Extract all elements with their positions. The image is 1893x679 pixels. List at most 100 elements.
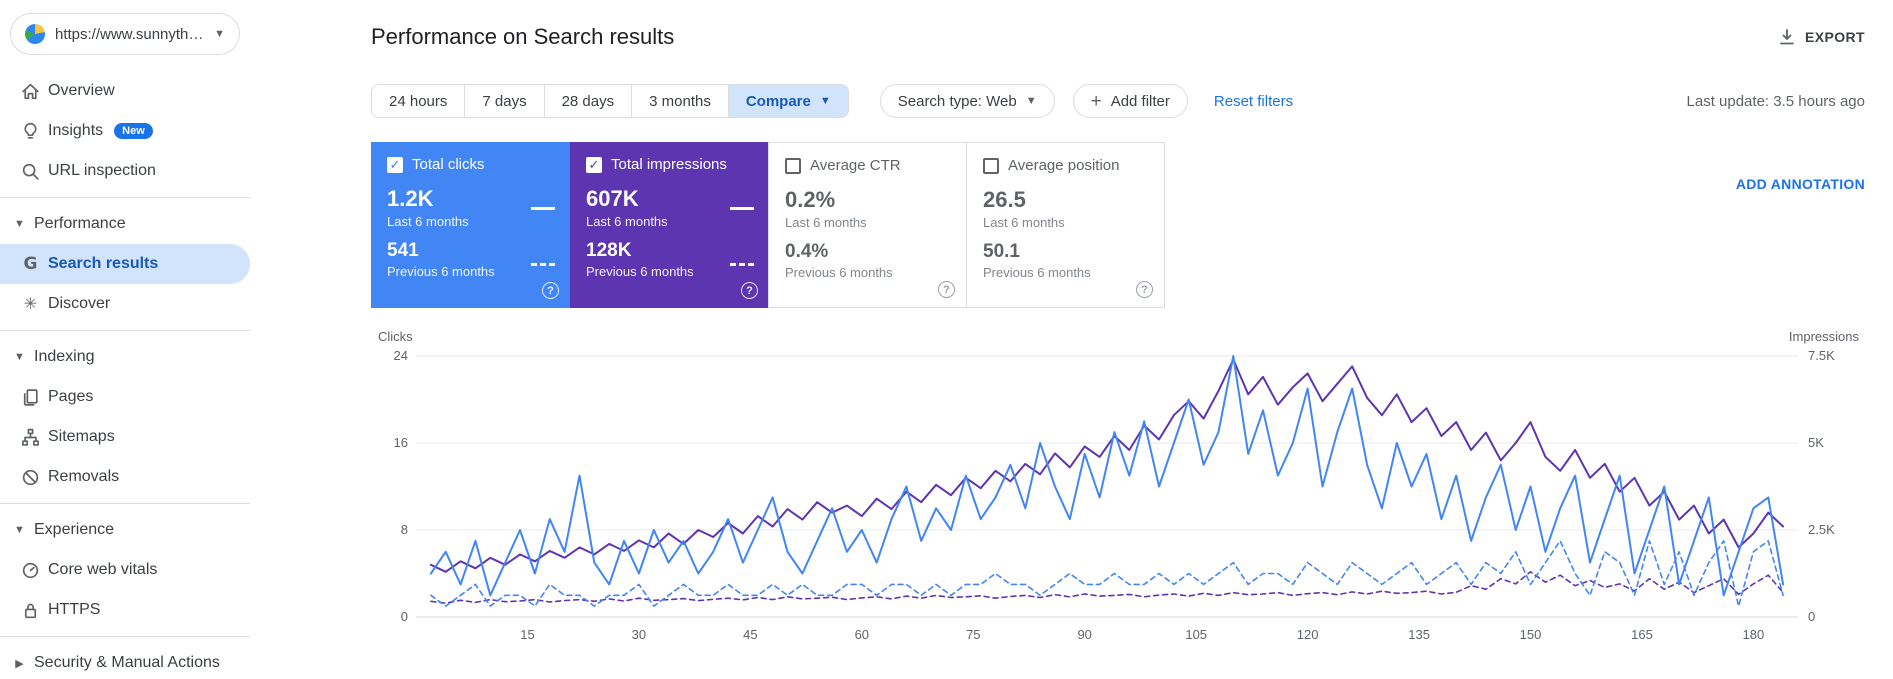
search-type-chip[interactable]: Search type: Web ▼	[879, 84, 1055, 118]
sidebar-item-insights[interactable]: Insights New	[0, 111, 250, 151]
chart-area: 0 8 16 24 0 2.5K 5K 7.5K Clicks Impressions 15 30 45…	[371, 330, 1865, 648]
metric-value-primary: 0.2%	[785, 187, 836, 212]
sidebar-item-sitemaps[interactable]: Sitemaps	[0, 417, 250, 457]
add-filter-chip[interactable]: + Add filter	[1072, 84, 1188, 118]
metric-value-secondary: 50.1	[983, 241, 1020, 262]
checkbox-average-ctr[interactable]	[785, 157, 801, 174]
reset-filters-link[interactable]: Reset filters	[1214, 93, 1293, 110]
sidebar-item-pages[interactable]: Pages	[0, 377, 250, 417]
sidebar-item-label: Core web vitals	[48, 561, 158, 578]
add-filter-label: Add filter	[1110, 92, 1170, 110]
home-icon	[20, 81, 41, 102]
svg-text:Impressions: Impressions	[1789, 330, 1860, 344]
chevron-right-icon: ▶	[15, 657, 24, 670]
section-label: Experience	[34, 521, 115, 538]
card-total-clicks[interactable]: ✓ Total clicks 1.2K Last 6 months 541 Pr…	[371, 142, 570, 308]
search-type-label: Search type: Web	[897, 92, 1017, 110]
sidebar-item-removals[interactable]: Removals	[0, 457, 250, 497]
plus-icon: +	[1090, 90, 1102, 112]
new-badge: New	[114, 123, 153, 139]
chip-3-months[interactable]: 3 months	[631, 85, 728, 117]
section-security-manual-actions[interactable]: ▶ Security & Manual Actions	[0, 643, 250, 679]
chip-7-days[interactable]: 7 days	[464, 85, 544, 117]
card-label: Total impressions	[611, 156, 727, 173]
checkbox-average-position[interactable]	[983, 157, 999, 174]
chevron-down-icon: ▼	[14, 218, 25, 230]
svg-text:60: 60	[855, 627, 869, 642]
svg-text:0: 0	[1808, 609, 1815, 624]
sidebar-item-https[interactable]: HTTPS	[0, 590, 250, 630]
lock-icon	[20, 600, 41, 621]
sidebar-item-label: URL inspection	[48, 162, 156, 179]
add-annotation-link[interactable]: ADD ANNOTATION	[1736, 176, 1865, 192]
help-icon[interactable]: ?	[1136, 281, 1153, 298]
sidebar-item-label: Search results	[48, 255, 159, 272]
metric-value-primary: 1.2K	[387, 186, 434, 211]
chevron-down-icon: ▼	[14, 524, 25, 536]
chip-compare[interactable]: Compare ▼	[727, 85, 848, 117]
main-header: Performance on Search results EXPORT	[250, 0, 1893, 50]
svg-text:75: 75	[966, 627, 980, 642]
main-content: Performance on Search results EXPORT 24 …	[250, 0, 1893, 679]
block-icon	[20, 467, 41, 488]
svg-text:30: 30	[632, 627, 646, 642]
metric-value-primary: 26.5	[983, 187, 1026, 212]
section-experience[interactable]: ▼ Experience	[0, 510, 250, 550]
card-average-position[interactable]: Average position 26.5 Last 6 months 50.1…	[966, 142, 1165, 308]
card-label: Average position	[1008, 157, 1120, 174]
svg-text:150: 150	[1520, 627, 1542, 642]
google-g-icon: G	[23, 254, 38, 274]
property-url: https://www.sunnythep...	[55, 25, 205, 43]
page-title: Performance on Search results	[371, 24, 675, 49]
help-icon[interactable]: ?	[741, 282, 758, 299]
svg-text:2.5K: 2.5K	[1808, 522, 1835, 537]
metric-caption: Previous 6 months	[983, 265, 1091, 280]
section-label: Security & Manual Actions	[34, 654, 220, 671]
performance-chart[interactable]: 0 8 16 24 0 2.5K 5K 7.5K Clicks Impressions 15 30 45…	[371, 330, 1865, 648]
svg-text:0: 0	[401, 609, 408, 624]
svg-text:8: 8	[401, 522, 408, 537]
chip-24-hours[interactable]: 24 hours	[372, 85, 465, 117]
sidebar-item-url-inspection[interactable]: URL inspection	[0, 151, 250, 191]
solid-line-indicator	[730, 207, 754, 210]
sidebar-item-label: Removals	[48, 468, 120, 485]
sitemap-tree-icon	[20, 427, 41, 448]
filter-bar: 24 hours 7 days 28 days 3 months Compare…	[371, 84, 1865, 118]
sidebar-nav: Overview Insights New URL inspection ▼ P…	[0, 71, 250, 679]
sidebar-item-discover[interactable]: ✳ Discover	[0, 284, 250, 324]
svg-text:45: 45	[743, 627, 757, 642]
metric-cards-row: ✓ Total clicks 1.2K Last 6 months 541 Pr…	[371, 142, 1865, 308]
last-update-text: Last update: 3.5 hours ago	[1686, 92, 1865, 110]
sidebar-item-search-results[interactable]: G Search results	[0, 244, 250, 284]
dashed-line-indicator	[531, 263, 555, 266]
sidebar-item-overview[interactable]: Overview	[0, 71, 250, 111]
sidebar-item-label: Pages	[48, 388, 94, 405]
card-total-impressions[interactable]: ✓ Total impressions 607K Last 6 months 1…	[570, 142, 769, 308]
chevron-down-icon: ▼	[214, 28, 225, 40]
compare-label: Compare	[745, 92, 811, 110]
metric-caption: Previous 6 months	[387, 264, 495, 279]
sidebar-item-core-web-vitals[interactable]: Core web vitals	[0, 550, 250, 590]
svg-text:135: 135	[1408, 627, 1430, 642]
section-performance[interactable]: ▼ Performance	[0, 204, 250, 244]
site-favicon-icon	[25, 24, 45, 44]
solid-line-indicator	[531, 207, 555, 210]
help-icon[interactable]: ?	[938, 281, 955, 298]
property-selector[interactable]: https://www.sunnythep... ▼	[10, 13, 240, 55]
sidebar-item-label: Sitemaps	[48, 428, 115, 445]
checkbox-total-clicks[interactable]: ✓	[387, 156, 403, 173]
svg-text:7.5K: 7.5K	[1808, 348, 1835, 363]
chip-28-days[interactable]: 28 days	[543, 85, 632, 117]
export-button[interactable]: EXPORT	[1777, 24, 1865, 47]
sidebar-item-label: Overview	[48, 82, 115, 99]
sidebar-item-label: HTTPS	[48, 601, 101, 618]
section-label: Performance	[34, 215, 126, 232]
help-icon[interactable]: ?	[542, 282, 559, 299]
checkbox-total-impressions[interactable]: ✓	[586, 156, 602, 173]
metric-value-secondary: 128K	[586, 240, 632, 261]
sidebar-divider	[0, 330, 250, 331]
card-average-ctr[interactable]: Average CTR 0.2% Last 6 months 0.4% Prev…	[768, 142, 967, 308]
dashed-line-indicator	[730, 263, 754, 266]
section-indexing[interactable]: ▼ Indexing	[0, 337, 250, 377]
svg-text:180: 180	[1743, 627, 1765, 642]
